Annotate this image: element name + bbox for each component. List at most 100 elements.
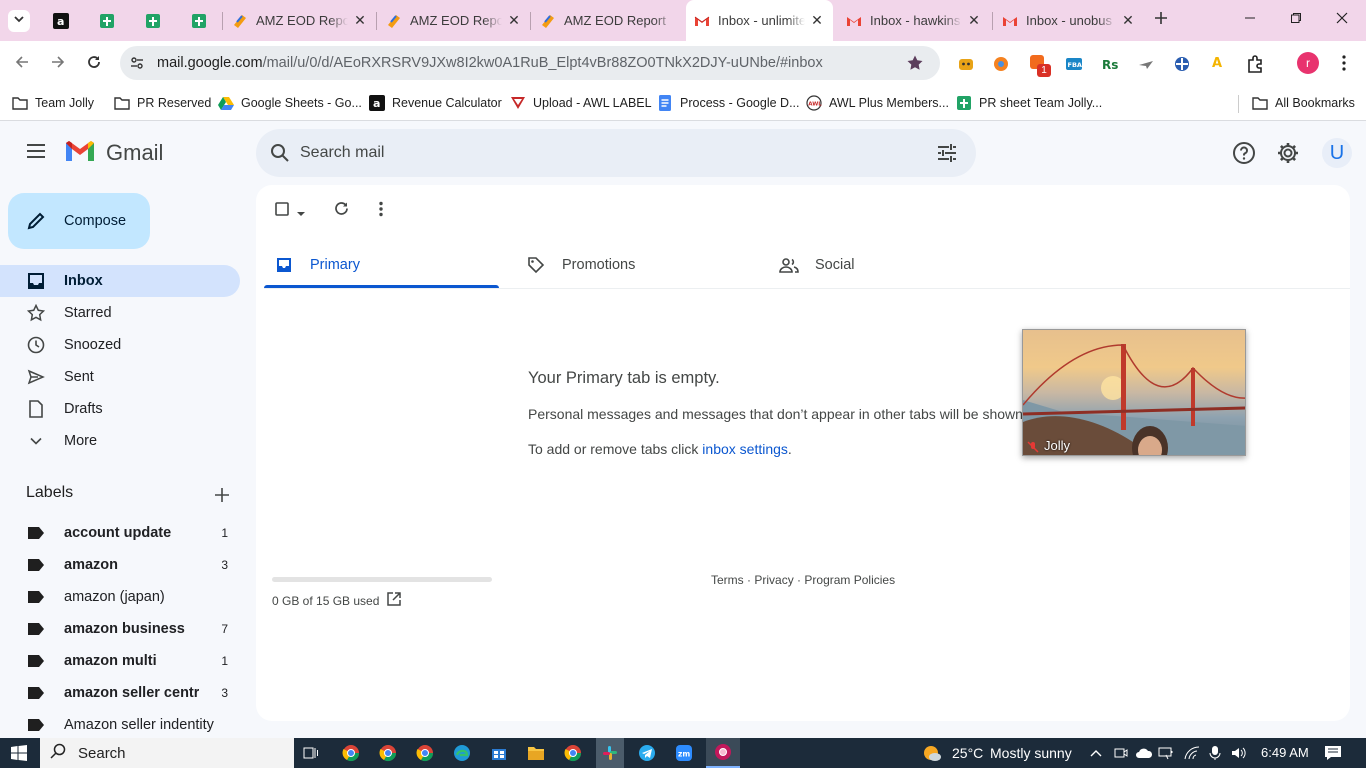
chrome-icon[interactable] bbox=[377, 743, 399, 763]
label-item[interactable]: amazon (japan) bbox=[0, 581, 240, 613]
nav-item-starred[interactable]: Starred bbox=[0, 297, 240, 329]
chevron-up-icon[interactable] bbox=[1085, 743, 1107, 763]
window-restore-button[interactable] bbox=[1282, 10, 1310, 30]
extension-plane-icon[interactable] bbox=[1137, 55, 1155, 78]
label-item[interactable]: amazon seller centr 3 bbox=[0, 677, 240, 709]
weather-temperature[interactable]: 25°C bbox=[952, 745, 983, 761]
compose-button[interactable]: Compose bbox=[8, 193, 150, 249]
onedrive-cloud-icon[interactable] bbox=[1133, 743, 1155, 763]
close-icon[interactable]: ✕ bbox=[352, 12, 368, 29]
browser-tab-inbox-unlimited[interactable]: Inbox - unlimited ✕ bbox=[686, 0, 833, 41]
slack-icon[interactable] bbox=[596, 738, 624, 768]
bookmark-revenue-calculator[interactable]: a Revenue Calculator bbox=[369, 93, 502, 113]
extensions-puzzle-icon[interactable] bbox=[1245, 54, 1265, 79]
file-explorer-icon[interactable] bbox=[525, 743, 547, 763]
select-all-checkbox[interactable] bbox=[275, 202, 289, 221]
video-call-overlay[interactable]: Jolly bbox=[1022, 329, 1246, 456]
bookmark-star-icon[interactable] bbox=[906, 54, 924, 77]
browser-tab-sheets-1[interactable] bbox=[92, 0, 122, 41]
create-label-plus-icon[interactable] bbox=[214, 487, 230, 508]
close-icon[interactable]: ✕ bbox=[1120, 12, 1136, 29]
label-item[interactable]: amazon multi 1 bbox=[0, 645, 240, 677]
browser-tab-amz-eod-2[interactable]: AMZ EOD Report ✕ bbox=[386, 0, 522, 41]
label-item[interactable]: Amazon seller indentity bbox=[0, 709, 240, 741]
label-item[interactable]: account update 1 bbox=[0, 517, 240, 549]
search-input[interactable] bbox=[300, 129, 900, 177]
window-close-button[interactable] bbox=[1328, 10, 1356, 30]
tab-search-button[interactable] bbox=[8, 10, 30, 32]
browser-tab-amazon[interactable]: a bbox=[46, 0, 76, 41]
nav-item-drafts[interactable]: Drafts bbox=[0, 393, 240, 425]
nav-item-more[interactable]: More bbox=[0, 425, 240, 457]
clock-time[interactable]: 6:49 AM bbox=[1261, 745, 1309, 760]
inbox-settings-link[interactable]: inbox settings bbox=[702, 441, 788, 457]
browser-tab-sheets-3[interactable] bbox=[184, 0, 214, 41]
nav-item-inbox[interactable]: Inbox bbox=[0, 265, 240, 297]
volume-icon[interactable] bbox=[1228, 743, 1250, 763]
label-item[interactable]: amazon 3 bbox=[0, 549, 240, 581]
program-policies-link[interactable]: Program Policies bbox=[804, 573, 895, 587]
tab-social[interactable]: Social bbox=[779, 241, 855, 289]
terms-link[interactable]: Terms bbox=[711, 573, 744, 587]
back-button[interactable] bbox=[10, 52, 34, 76]
chrome-icon[interactable] bbox=[340, 743, 362, 763]
chrome-icon[interactable] bbox=[562, 743, 584, 763]
extension-blue-wheel-icon[interactable] bbox=[1173, 55, 1191, 78]
reload-button[interactable] bbox=[82, 52, 106, 76]
site-settings-icon[interactable] bbox=[129, 55, 145, 76]
extension-honey-icon[interactable] bbox=[957, 55, 975, 78]
search-options-icon[interactable] bbox=[937, 143, 957, 168]
telegram-icon[interactable] bbox=[636, 743, 658, 763]
window-minimize-button[interactable] bbox=[1236, 10, 1264, 30]
nav-item-sent[interactable]: Sent bbox=[0, 361, 240, 393]
browser-tab-amz-eod-3[interactable]: AMZ EOD Report bbox=[540, 0, 676, 41]
extension-fba-icon[interactable]: FBA bbox=[1065, 55, 1083, 78]
close-icon[interactable]: ✕ bbox=[966, 12, 982, 29]
close-icon[interactable]: ✕ bbox=[506, 12, 522, 29]
extension-ascout-icon[interactable]: A bbox=[1209, 54, 1229, 79]
windows-start-icon[interactable] bbox=[8, 743, 30, 763]
weather-description[interactable]: Mostly sunny bbox=[990, 745, 1072, 761]
account-avatar[interactable]: U bbox=[1322, 138, 1352, 168]
edge-icon[interactable] bbox=[451, 743, 473, 763]
gmail-logo[interactable]: Gmail bbox=[64, 138, 163, 168]
weather-sun-cloud-icon[interactable] bbox=[921, 743, 943, 763]
new-tab-button[interactable] bbox=[1150, 9, 1172, 31]
address-bar[interactable]: mail.google.com/mail/u/0/d/AEoRXRSRV9JXw… bbox=[120, 46, 940, 80]
profile-avatar[interactable]: r bbox=[1297, 52, 1319, 74]
bookmark-upload-awl-label[interactable]: Upload - AWL LABEL bbox=[510, 93, 652, 113]
bookmark-google-sheets[interactable]: Google Sheets - Go... bbox=[218, 93, 362, 113]
extension-rs-icon[interactable]: Rs bbox=[1101, 55, 1119, 78]
search-icon[interactable] bbox=[270, 143, 290, 168]
main-menu-button[interactable] bbox=[22, 139, 50, 167]
all-bookmarks-button[interactable]: All Bookmarks bbox=[1252, 93, 1355, 113]
browser-tab-sheets-2[interactable] bbox=[138, 0, 168, 41]
microphone-icon[interactable] bbox=[1204, 743, 1226, 763]
notifications-icon[interactable] bbox=[1322, 743, 1344, 763]
wifi-icon[interactable] bbox=[1181, 743, 1203, 763]
forward-button[interactable] bbox=[46, 52, 70, 76]
open-in-new-icon[interactable] bbox=[387, 592, 401, 611]
task-view-icon[interactable] bbox=[300, 743, 322, 763]
browser-tab-inbox-unobus[interactable]: Inbox - unobus ✕ bbox=[1002, 0, 1136, 41]
bookmark-process-google-docs[interactable]: Process - Google D... bbox=[657, 93, 800, 113]
battery-icon[interactable] bbox=[1156, 743, 1178, 763]
help-icon[interactable] bbox=[1232, 141, 1256, 170]
bookmark-team-jolly[interactable]: Team Jolly bbox=[12, 93, 94, 113]
zoom-icon[interactable]: zm bbox=[673, 743, 695, 763]
browser-tab-inbox-hawkins[interactable]: Inbox - hawkins ✕ bbox=[846, 0, 982, 41]
close-icon[interactable]: ✕ bbox=[809, 12, 825, 29]
meet-now-icon[interactable] bbox=[1110, 743, 1132, 763]
bookmark-pr-reserved[interactable]: PR Reserved bbox=[114, 93, 211, 113]
bookmark-pr-sheet-team-jolly[interactable]: PR sheet Team Jolly... bbox=[956, 93, 1102, 113]
more-options-icon[interactable] bbox=[377, 201, 385, 222]
nav-item-snoozed[interactable]: Snoozed bbox=[0, 329, 240, 361]
select-dropdown-caret-icon[interactable] bbox=[296, 205, 306, 223]
extension-orange-circle-icon[interactable] bbox=[992, 55, 1010, 78]
privacy-link[interactable]: Privacy bbox=[754, 573, 793, 587]
tab-promotions[interactable]: Promotions bbox=[526, 241, 635, 289]
search-bar[interactable] bbox=[256, 129, 976, 177]
settings-gear-icon[interactable] bbox=[1276, 141, 1300, 170]
refresh-icon[interactable] bbox=[333, 200, 350, 222]
bookmark-awl-plus-members[interactable]: AWL AWL Plus Members... bbox=[806, 93, 949, 113]
